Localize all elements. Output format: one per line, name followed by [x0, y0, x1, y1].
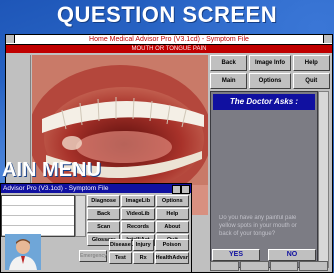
list-item[interactable] [2, 196, 74, 206]
main-menu-title: Advisor Pro (V3.1cd) - Symptom File [3, 185, 109, 192]
emergency-button[interactable]: Emergency [79, 250, 107, 262]
disease-button[interactable]: Disease [109, 239, 132, 251]
back-button[interactable]: Back [210, 55, 248, 71]
rx-button[interactable]: Rx [132, 252, 154, 264]
quit-button[interactable]: Quit [292, 73, 330, 89]
bottom-button[interactable] [269, 261, 299, 271]
system-menu-icon[interactable] [6, 35, 15, 43]
scan-button[interactable]: Scan [87, 221, 121, 233]
options-button[interactable]: Options [249, 73, 291, 89]
symptom-subtitle: MOUTH OR TONGUE PAIN [6, 45, 332, 53]
list-item[interactable] [2, 216, 74, 226]
bottom-button[interactable] [210, 261, 239, 271]
back-button[interactable]: Back [87, 208, 121, 220]
test-button[interactable]: Test [109, 252, 132, 264]
health-advisor-button[interactable]: HealthAdvsr [154, 252, 189, 264]
main-menu-titlebar: Advisor Pro (V3.1cd) - Symptom File [1, 184, 191, 194]
doctor-asks-panel: The Doctor Asks : Do you have any painfu… [210, 91, 318, 268]
question-button-grid: Back Image Info Help Main Options Quit [210, 55, 330, 89]
maximize-icon[interactable] [323, 35, 332, 43]
records-button[interactable]: Records [121, 221, 155, 233]
list-scrollbar[interactable] [75, 195, 86, 237]
question-window-title: Home Medical Advisor Pro (V3.1cd) - Symp… [89, 36, 249, 43]
imagelib-button[interactable]: ImageLib [121, 195, 155, 207]
question-window-titlebar: Home Medical Advisor Pro (V3.1cd) - Symp… [6, 35, 332, 45]
image-info-button[interactable]: Image Info [249, 55, 291, 71]
main-button[interactable]: Main [210, 73, 248, 89]
help-button[interactable]: Help [155, 208, 189, 220]
minimize-icon[interactable] [172, 185, 181, 194]
diagnose-button[interactable]: Diagnose [87, 195, 121, 207]
doctor-question-text: Do you have any painful pale yellow spot… [219, 215, 297, 237]
symptom-list[interactable] [1, 195, 75, 237]
maximize-icon[interactable] [181, 185, 190, 194]
doctor-asks-heading: The Doctor Asks : [213, 94, 315, 110]
bottom-button[interactable] [299, 261, 328, 271]
help-button[interactable]: Help [292, 55, 330, 71]
bottom-button[interactable] [239, 261, 269, 271]
doctor-avatar-icon [5, 234, 41, 270]
list-item[interactable] [2, 206, 74, 216]
page-title: QUESTION SCREEN [56, 2, 278, 27]
main-menu-window: Advisor Pro (V3.1cd) - Symptom File Diag… [0, 183, 192, 273]
main-menu-secondary-grid: Disease Injury Poison Test Rx HealthAdvs… [109, 239, 189, 264]
options-button[interactable]: Options [155, 195, 189, 207]
bottom-button-bar [210, 261, 328, 271]
injury-button[interactable]: Injury [132, 239, 154, 251]
yes-button[interactable]: YES [212, 249, 260, 261]
about-button[interactable]: About [155, 221, 189, 233]
main-menu-heading: AIN MENU [2, 159, 101, 181]
poison-button[interactable]: Poison [154, 239, 189, 251]
videolib-button[interactable]: VideoLib [121, 208, 155, 220]
no-button[interactable]: NO [268, 249, 316, 261]
doctor-scrollbar[interactable] [318, 91, 329, 268]
